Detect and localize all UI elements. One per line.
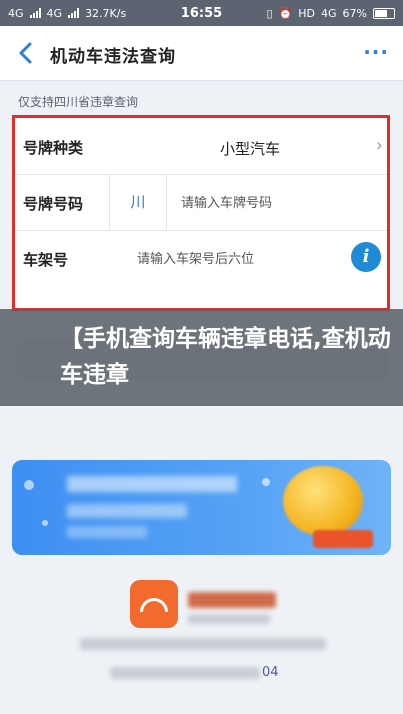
decor-dot bbox=[42, 520, 48, 526]
vin-input[interactable] bbox=[135, 247, 339, 271]
app-url-blur bbox=[188, 614, 270, 624]
signal-icon-2 bbox=[68, 8, 80, 18]
promo-blur-text bbox=[67, 476, 237, 492]
coin-image bbox=[283, 466, 363, 536]
coin-tag bbox=[313, 530, 373, 548]
network-speed: 32.7K/s bbox=[85, 6, 127, 20]
signal-icon bbox=[29, 8, 41, 18]
app-name-blur bbox=[188, 592, 276, 608]
plate-number-label: 号牌号码 bbox=[23, 195, 84, 213]
decor-dot bbox=[24, 480, 34, 490]
overlay-banner: 【手机查询车辆违章电话,查机动车违章 bbox=[0, 309, 403, 406]
info-icon[interactable]: i bbox=[351, 242, 381, 272]
app-logo bbox=[130, 580, 178, 628]
back-button[interactable] bbox=[12, 36, 42, 70]
province-selector[interactable]: 川 bbox=[109, 174, 167, 230]
chevron-left-icon bbox=[19, 42, 32, 64]
hd-label: HD bbox=[298, 6, 316, 20]
network-label: 4G bbox=[8, 6, 24, 20]
status-left: 4G 4G 32.7K/s bbox=[8, 7, 126, 20]
status-right: ▯ ⏰ HD 4G 67% bbox=[266, 6, 395, 20]
banner-text: 【手机查询车辆违章电话,查机动车违章 bbox=[60, 326, 391, 388]
app-contact-blur bbox=[110, 667, 260, 679]
status-bar: 4G 4G 32.7K/s 16:55 ▯ ⏰ HD 4G 67% bbox=[0, 0, 403, 26]
promo-blur-text bbox=[67, 526, 147, 538]
battery-percent: 67% bbox=[342, 6, 367, 20]
chevron-right-icon: › bbox=[375, 135, 383, 156]
vin-row: 车架号 i bbox=[15, 230, 387, 308]
alarm-icon: ⏰ bbox=[278, 6, 293, 20]
vin-label: 车架号 bbox=[23, 251, 69, 269]
support-notice: 仅支持四川省违章查询 bbox=[18, 95, 139, 109]
vibrate-icon: ▯ bbox=[266, 6, 273, 20]
decor-dot bbox=[262, 478, 270, 486]
plate-type-label: 号牌种类 bbox=[23, 139, 84, 157]
contact-number-fragment: 04 bbox=[262, 665, 279, 680]
network-label-right: 4G bbox=[321, 6, 337, 20]
app-desc-blur bbox=[80, 638, 326, 650]
plate-number-row: 号牌号码 川 bbox=[15, 174, 387, 231]
battery-icon bbox=[373, 7, 395, 19]
promo-blur-text bbox=[67, 504, 187, 518]
plate-number-input[interactable] bbox=[179, 191, 373, 215]
page-title: 机动车违法查询 bbox=[50, 47, 176, 67]
promo-card[interactable] bbox=[12, 460, 391, 555]
query-form: 号牌种类 小型汽车 › 号牌号码 川 车架号 i bbox=[12, 115, 390, 311]
nav-bar: 机动车违法查询 ··· bbox=[0, 26, 403, 81]
plate-type-value: 小型汽车 bbox=[219, 140, 280, 158]
plate-type-row[interactable]: 号牌种类 小型汽车 › bbox=[15, 118, 387, 175]
network-label-2: 4G bbox=[46, 6, 63, 20]
more-dots-icon[interactable]: ··· bbox=[363, 40, 389, 64]
